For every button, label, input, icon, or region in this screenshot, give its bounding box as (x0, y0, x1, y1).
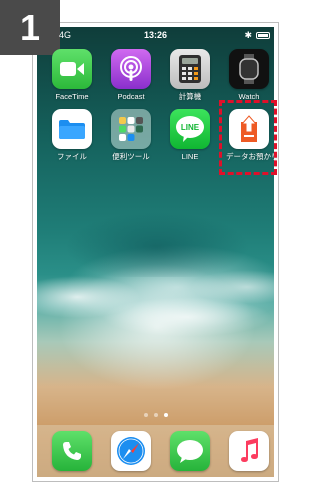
messages-icon (170, 431, 210, 471)
folder-icon (111, 109, 151, 149)
safari-icon (111, 431, 151, 471)
phone-icon (52, 431, 92, 471)
app-label: LINE (181, 152, 199, 161)
battery-icon (256, 32, 270, 39)
status-time: 13:26 (143, 30, 168, 40)
app-label: 計算機 (178, 92, 202, 101)
files-icon (52, 109, 92, 149)
app-folder-tools[interactable]: 便利ツール (108, 109, 154, 161)
page-dot[interactable] (143, 413, 148, 417)
podcast-icon (111, 49, 151, 89)
app-podcast[interactable]: Podcast (108, 49, 154, 101)
app-label: ファイル (57, 152, 87, 161)
bluetooth-icon: ✱ (244, 30, 252, 40)
dock (37, 425, 274, 477)
page-dot[interactable] (153, 413, 158, 417)
page-dot-active[interactable] (163, 413, 168, 417)
app-line[interactable]: LINE LINE (167, 109, 213, 161)
watch-icon (229, 49, 269, 89)
status-bar: 4G 13:26 ✱ (37, 30, 274, 44)
music-icon (229, 431, 269, 471)
app-label: Podcast (117, 92, 145, 101)
app-facetime[interactable]: FaceTime (49, 49, 95, 101)
dock-app-music[interactable] (226, 431, 272, 471)
line-icon: LINE (170, 109, 210, 149)
app-files[interactable]: ファイル (49, 109, 95, 161)
app-watch[interactable]: Watch (226, 49, 272, 101)
dock-app-safari[interactable] (108, 431, 154, 471)
app-label: FaceTime (55, 92, 89, 101)
page-indicator (37, 413, 274, 419)
facetime-icon (52, 49, 92, 89)
app-calculator[interactable]: 計算機 (167, 49, 213, 101)
dock-app-messages[interactable] (167, 431, 213, 471)
highlight-box (219, 100, 277, 175)
line-icon-text: LINE (181, 123, 200, 132)
dock-app-phone[interactable] (49, 431, 95, 471)
calculator-icon (170, 49, 210, 89)
step-number-badge: 1 (0, 0, 60, 55)
app-label: 便利ツール (112, 152, 150, 161)
